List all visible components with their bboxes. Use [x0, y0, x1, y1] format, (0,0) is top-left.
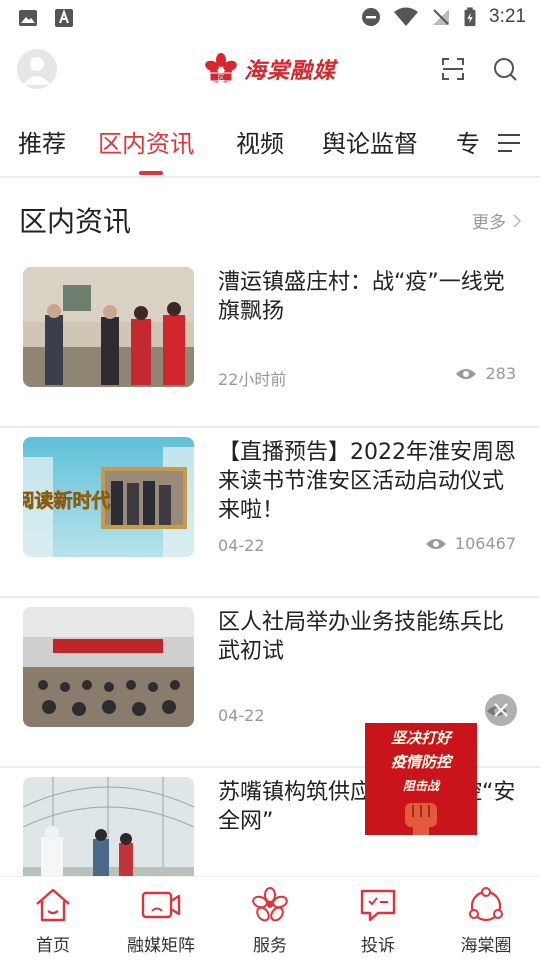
complaint-chat-icon — [360, 889, 396, 922]
news-view-count: 106467 — [454, 534, 516, 553]
nav-label: 融媒矩阵 — [127, 936, 195, 956]
ad-line-1: 坚决打好 — [390, 729, 451, 747]
avatar[interactable] — [17, 49, 57, 89]
nav-haitang-circle[interactable]: 海棠圈 — [436, 885, 536, 961]
status-bar: 3:21 — [0, 0, 540, 36]
news-thumbnail — [23, 607, 194, 727]
news-views: 106467 — [425, 534, 516, 553]
tab-special[interactable]: 专 — [456, 124, 480, 159]
close-icon — [494, 703, 508, 717]
news-item[interactable]: 阅读新时代 【直播预告】2022年淮安周恩来读书节淮安区活动启动仪式来啦！ 04… — [0, 428, 540, 598]
circle-community-icon — [469, 887, 503, 922]
nav-home[interactable]: 首页 — [3, 885, 103, 961]
section-title: 区内资讯 — [19, 205, 132, 238]
news-item[interactable]: 漕运镇盛庄村：战“疫”一线党旗飘扬 22小时前 283 — [0, 258, 540, 428]
news-time: 04-22 — [218, 706, 265, 725]
news-thumbnail — [23, 267, 194, 387]
news-thumbnail: 阅读新时代 — [23, 437, 194, 557]
channel-tabs: 推荐 区内资讯 视频 舆论监督 专 — [0, 112, 540, 176]
eye-icon — [425, 538, 446, 549]
scan-icon[interactable] — [440, 56, 466, 82]
no-signal-icon — [433, 9, 450, 25]
bottom-navigation: 首页 融媒矩阵 服务 投诉 海棠圈 — [0, 876, 540, 961]
battery-charging-icon — [464, 7, 476, 27]
menu-icon[interactable] — [496, 130, 522, 156]
logo-text: 海棠融媒 — [244, 58, 337, 84]
nav-label: 海棠圈 — [460, 936, 512, 956]
eye-icon — [456, 368, 477, 379]
user-avatar-icon — [23, 57, 51, 85]
thumb-caption-text: 阅读新时代 — [23, 489, 111, 512]
chevron-right-icon — [513, 213, 522, 228]
status-clock: 3:21 — [489, 6, 526, 27]
floating-ad-banner[interactable]: 坚决打好 疫情防控 阻击战 — [365, 723, 477, 835]
tab-recommend[interactable]: 推荐 — [18, 124, 66, 159]
ad-line-3: 阻击战 — [402, 779, 439, 793]
news-time: 22小时前 — [218, 370, 287, 389]
tab-district-news[interactable]: 区内资讯 — [98, 124, 194, 159]
raised-fist-icon — [405, 803, 437, 835]
news-title: 区人社局举办业务技能练兵比武初试 — [218, 610, 505, 664]
begonia-logo-icon: 区 — [205, 53, 237, 83]
nav-complaint[interactable]: 投诉 — [328, 885, 428, 961]
active-tab-indicator — [139, 171, 163, 175]
more-link[interactable]: 更多 — [472, 208, 522, 233]
ad-close-button[interactable] — [485, 694, 517, 726]
section-header: 区内资讯 更多 — [0, 190, 540, 250]
nav-label: 服务 — [253, 936, 287, 956]
do-not-disturb-icon — [362, 8, 381, 26]
app-logo: 区 海棠融媒 — [204, 51, 336, 87]
news-time: 04-22 — [218, 536, 265, 555]
nav-label: 首页 — [36, 936, 70, 956]
app-header: 区 海棠融媒 — [0, 40, 540, 104]
search-icon[interactable] — [492, 56, 518, 82]
video-camera-icon — [141, 891, 181, 919]
home-icon — [36, 888, 70, 922]
tabs-divider — [0, 176, 540, 178]
tab-public-supervision[interactable]: 舆论监督 — [322, 124, 418, 159]
news-title: 【直播预告】2022年淮安周恩来读书节淮安区活动启动仪式来啦！ — [218, 440, 516, 523]
nav-media-matrix[interactable]: 融媒矩阵 — [111, 885, 211, 961]
wifi-icon — [394, 7, 419, 26]
font-notification-icon — [55, 9, 73, 27]
news-views: 283 — [455, 364, 516, 383]
nav-label: 投诉 — [361, 936, 395, 956]
news-view-count: 283 — [485, 364, 516, 383]
news-title: 漕运镇盛庄村：战“疫”一线党旗飘扬 — [218, 270, 505, 324]
tab-video[interactable]: 视频 — [236, 124, 284, 159]
ad-line-2: 疫情防控 — [390, 753, 451, 771]
flower-icon — [252, 887, 288, 922]
logo-seal-text: 区 — [218, 74, 225, 82]
more-label: 更多 — [472, 213, 506, 233]
nav-services[interactable]: 服务 — [220, 885, 320, 961]
gallery-notification-icon — [19, 10, 37, 26]
